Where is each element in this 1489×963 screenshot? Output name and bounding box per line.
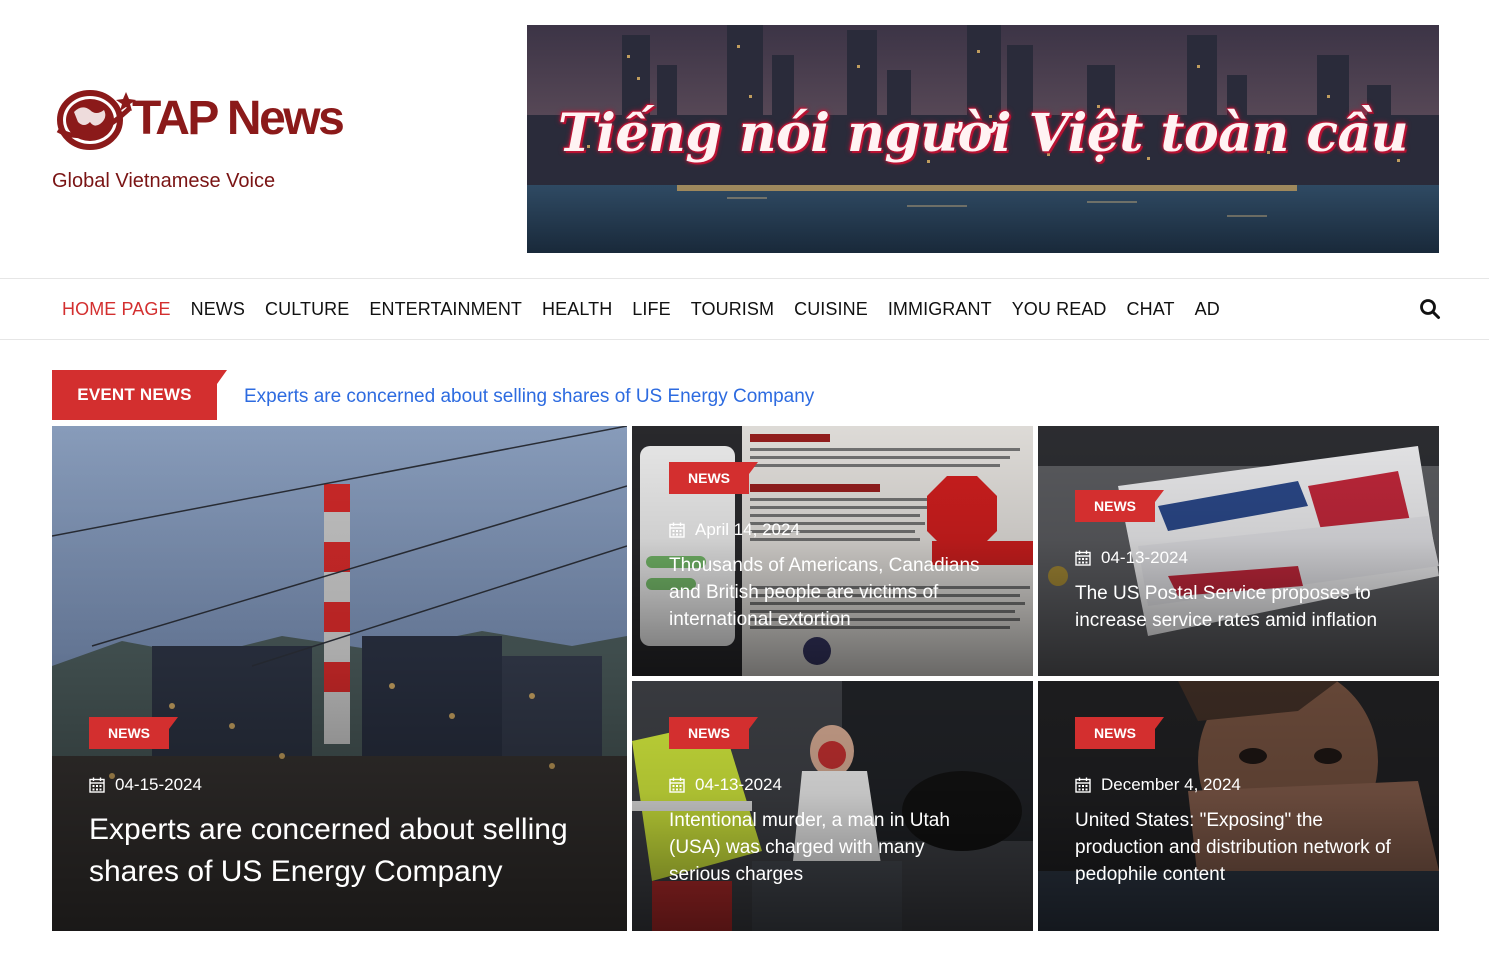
nav-item-cuisine[interactable]: CUISINE (784, 299, 878, 320)
article-date-text: 04-15-2024 (115, 775, 202, 794)
category-badge[interactable]: NEWS (1075, 490, 1164, 522)
header-banner[interactable]: Tiếng nói người Việt toàn cầu (527, 25, 1439, 253)
article-card[interactable]: NEWS April 14, 2024 Thousands of America… (632, 426, 1033, 676)
nav-item-you-read[interactable]: YOU READ (1002, 299, 1117, 320)
article-date: 04-15-2024 (89, 775, 202, 795)
nav-item-tourism[interactable]: TOURISM (681, 299, 784, 320)
logo-text: TAP News (132, 92, 345, 145)
event-news-label: EVENT NEWS (52, 370, 227, 420)
nav-item-ad[interactable]: AD (1185, 299, 1230, 320)
banner-slogan: Tiếng nói người Việt toàn cầu (557, 103, 1409, 164)
nav-item-health[interactable]: HEALTH (532, 299, 622, 320)
site-tagline: Global Vietnamese Voice (52, 170, 276, 192)
featured-article-card[interactable]: NEWS 04-15-2024 Experts are concerned ab… (52, 426, 627, 931)
main-navigation: HOME PAGE NEWS CULTURE ENTERTAINMENT HEA… (0, 278, 1489, 340)
article-date: December 4, 2024 (1075, 775, 1241, 795)
article-title-link[interactable]: The US Postal Service proposes to increa… (1075, 581, 1415, 635)
article-date: 04-13-2024 (1075, 548, 1188, 568)
nav-item-entertainment[interactable]: ENTERTAINMENT (359, 299, 532, 320)
article-date: April 14, 2024 (669, 520, 800, 540)
article-title-link[interactable]: Thousands of Americans, Canadians and Br… (669, 553, 999, 634)
category-badge[interactable]: NEWS (89, 717, 178, 749)
globe-logo-icon (56, 90, 136, 150)
calendar-icon (89, 777, 105, 793)
event-news-ticker: EVENT NEWS Experts are concerned about s… (52, 370, 1439, 420)
article-date-text: 04-13-2024 (1101, 548, 1188, 567)
article-card[interactable]: NEWS 04-13-2024 Intentional murder, a ma… (632, 681, 1033, 931)
calendar-icon (669, 522, 685, 538)
calendar-icon (1075, 777, 1091, 793)
nav-item-chat[interactable]: CHAT (1117, 299, 1185, 320)
category-badge[interactable]: NEWS (669, 462, 758, 494)
calendar-icon (1075, 550, 1091, 566)
article-title-link[interactable]: United States: "Exposing" the production… (1075, 808, 1415, 889)
article-card[interactable]: NEWS December 4, 2024 United States: "Ex… (1038, 681, 1439, 931)
article-date-text: December 4, 2024 (1101, 775, 1241, 794)
nav-item-immigrant[interactable]: IMMIGRANT (878, 299, 1002, 320)
ticker-headline-link[interactable]: Experts are concerned about selling shar… (244, 386, 814, 408)
nav-item-home-page[interactable]: HOME PAGE (52, 299, 181, 320)
article-date: 04-13-2024 (669, 775, 782, 795)
search-icon[interactable] (1419, 298, 1441, 320)
site-logo[interactable]: TAP News (52, 84, 352, 154)
article-card[interactable]: NEWS 04-13-2024 The US Postal Service pr… (1038, 426, 1439, 676)
nav-item-culture[interactable]: CULTURE (255, 299, 359, 320)
site-header: TAP News Global Vietnamese Voice Tiếng n… (0, 0, 1489, 278)
article-title-link[interactable]: Intentional murder, a man in Utah (USA) … (669, 808, 989, 889)
calendar-icon (669, 777, 685, 793)
category-badge[interactable]: NEWS (1075, 717, 1164, 749)
category-badge[interactable]: NEWS (669, 717, 758, 749)
nav-item-life[interactable]: LIFE (622, 299, 680, 320)
nav-item-news[interactable]: NEWS (181, 299, 255, 320)
article-date-text: 04-13-2024 (695, 775, 782, 794)
article-title-link[interactable]: Experts are concerned about selling shar… (89, 809, 589, 893)
article-date-text: April 14, 2024 (695, 520, 800, 539)
